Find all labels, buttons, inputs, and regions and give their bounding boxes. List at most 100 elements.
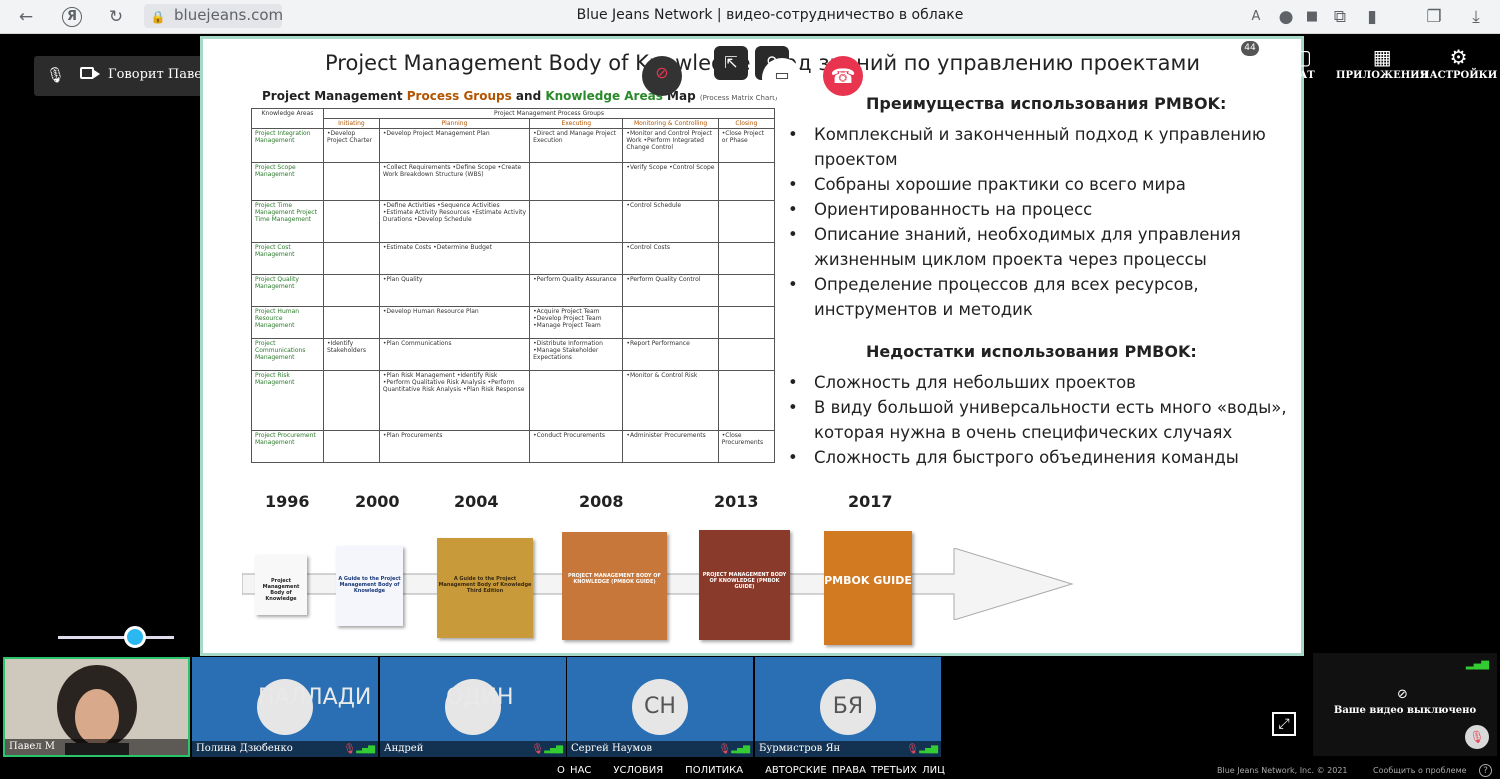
- table-cell: [529, 370, 624, 431]
- apps-button[interactable]: ▦ ПРИЛОЖЕНИЯ: [1336, 44, 1428, 81]
- footer-link[interactable]: УСЛОВИЯ: [613, 765, 663, 776]
- participant-tile[interactable]: ПАЛЛАДИ Полина Дзюбенко 🎙 ▂▄▆: [192, 657, 378, 757]
- table-cell: [529, 162, 624, 201]
- pmbok-book-cover: PMBOK GUIDE: [824, 531, 912, 645]
- table-cell: •Plan Risk Management •Identify Risk •Pe…: [378, 370, 531, 431]
- table-cell: •Develop Project Management Plan: [378, 128, 531, 163]
- url-text[interactable]: bluejeans.com: [174, 6, 283, 24]
- fullscreen-icon[interactable]: ⤢: [1272, 712, 1296, 736]
- extensions-icon[interactable]: ⧉: [1330, 7, 1350, 27]
- pmbok-book-cover: PROJECT MANAGEMENT BODY OF KNOWLEDGE (PM…: [699, 530, 790, 640]
- footer-link[interactable]: ПОЛИТИКА: [685, 765, 743, 776]
- table-cell-area: Project Procurement Management: [251, 430, 324, 463]
- copyright-text: Blue Jeans Network, Inc. © 2021: [1217, 766, 1348, 775]
- table-cell-area: Project Cost Management: [251, 242, 324, 275]
- list-item: Ориентированность на процесс: [784, 197, 1294, 222]
- table-cell: [717, 306, 776, 339]
- table-column-headers: Initiating Planning Executing Monitoring & …: [252, 118, 776, 129]
- apps-grid-icon: ▦: [1372, 45, 1392, 69]
- timeline-year: 2004: [454, 492, 499, 511]
- footer-link[interactable]: АВТОРСКИЕ ПРАВА ТРЕТЬИХ ЛИЦ: [765, 765, 945, 776]
- table-cell: •Acquire Project Team •Develop Project T…: [529, 306, 624, 339]
- table-corner: Knowledge Areas: [251, 108, 324, 129]
- table-row: Project Human Resource Management •Develo…: [251, 306, 776, 339]
- table-cell: [323, 274, 380, 307]
- yandex-logo-icon[interactable]: Я: [62, 7, 82, 27]
- gear-icon: ⚙: [1449, 45, 1468, 69]
- table-column-header: Planning: [378, 118, 531, 129]
- table-cell: •Plan Quality: [378, 274, 531, 307]
- chat-button[interactable]: ▢ ЧАТ: [1290, 44, 1315, 81]
- help-icon[interactable]: ?: [1479, 764, 1492, 777]
- camera-icon[interactable]: ■: [1302, 7, 1322, 27]
- book-title: PROJECT MANAGEMENT BODY OF KNOWLEDGE (PM…: [568, 573, 661, 585]
- apps-label: ПРИЛОЖЕНИЯ: [1336, 70, 1429, 81]
- video-camera-icon: [80, 67, 100, 79]
- participant-tile[interactable]: СН Сергей Наумов 🎙 ▂▄▆: [567, 657, 753, 757]
- table-cell: •Verify Scope •Control Scope: [622, 162, 719, 201]
- video-off-icon[interactable]: ⊘: [642, 56, 682, 96]
- table-cell: •Identify Stakeholders: [323, 338, 380, 371]
- collections-icon[interactable]: ❐: [1424, 7, 1444, 27]
- table-row: Project Quality Management •Plan Quality •…: [251, 274, 776, 307]
- participant-tile-self[interactable]: Павел М: [3, 657, 190, 757]
- table-row: Project Integration Management •Develop P…: [251, 128, 776, 163]
- list-item: Описание знаний, необходимых для управле…: [784, 222, 1294, 272]
- footer: О НАС УСЛОВИЯ ПОЛИТИКА АВТОРСКИЕ ПРАВА ТРЕТ…: [0, 762, 1500, 779]
- back-arrow-icon[interactable]: ←: [16, 7, 36, 27]
- zoom-slider-thumb[interactable]: [124, 626, 146, 648]
- table-cell-area: Project Human Resource Management: [251, 306, 324, 339]
- table-cell: •Perform Quality Control: [622, 274, 719, 307]
- table-cell: •Plan Communications: [378, 338, 531, 371]
- reload-icon[interactable]: ↻: [106, 7, 126, 27]
- my-video-panel: ⊘ Ваше видео выключено ▂▄▆ 🎙: [1313, 653, 1497, 756]
- bookmark-icon[interactable]: ▮: [1362, 7, 1382, 27]
- participant-tile[interactable]: БЯ Бурмистров Ян 🎙 ▂▄▆: [755, 657, 941, 757]
- report-problem-link[interactable]: Сообщить о проблеме: [1373, 766, 1467, 775]
- video-off-icon: ⊘: [1397, 687, 1408, 702]
- signal-icon: ▂▄▆: [731, 744, 750, 754]
- book-title: PROJECT MANAGEMENT BODY OF KNOWLEDGE (PM…: [702, 572, 787, 590]
- timeline-year: 1996: [265, 492, 310, 511]
- pmbok-book-cover: PROJECT MANAGEMENT BODY OF KNOWLEDGE (PM…: [562, 532, 667, 640]
- table-cell: [323, 242, 380, 275]
- zoom-slider-track[interactable]: [58, 636, 174, 639]
- table-row: Project Risk Management •Plan Risk Manage…: [251, 370, 776, 431]
- table-row: Project Scope Management •Collect Require…: [251, 162, 776, 201]
- footer-link[interactable]: О НАС: [557, 765, 591, 776]
- caption-part: and: [515, 89, 542, 103]
- screen-share-active-icon[interactable]: ▭: [762, 58, 802, 98]
- disadvantages-heading: Недостатки использования PMBOK:: [866, 342, 1197, 361]
- table-column-header: Initiating: [323, 118, 380, 129]
- participant-avatar: БЯ: [820, 679, 876, 735]
- table-cell: •Close Procurements: [717, 430, 776, 463]
- translate-icon[interactable]: A: [1246, 7, 1266, 27]
- table-row: Project Time Management Project Time Man…: [251, 200, 776, 243]
- pmbok-book-cover: A Guide to the Project Management Body o…: [437, 538, 533, 638]
- table-cell: [323, 162, 380, 201]
- table-cell: •Collect Requirements •Define Scope •Cre…: [378, 162, 531, 201]
- hang-up-button[interactable]: ☎: [823, 56, 863, 96]
- participant-avatar: ПАЛЛАДИ: [258, 685, 372, 710]
- download-icon[interactable]: ⤓: [1466, 7, 1486, 27]
- table-cell: [717, 162, 776, 201]
- table-row: Project Communications Management •Identi…: [251, 338, 776, 371]
- table-cell: •Direct and Manage Project Execution: [529, 128, 624, 163]
- signal-icon: ▂▄▆: [544, 744, 563, 754]
- table-cell: •Estimate Costs •Determine Budget: [378, 242, 531, 275]
- participant-tile[interactable]: ОДИН Андрей 🎙 ▂▄▆: [380, 657, 566, 757]
- table-cell: [323, 306, 380, 339]
- caption-part: Project Management: [262, 89, 403, 103]
- table-cell: •Administer Procurements: [622, 430, 719, 463]
- table-cell: •Plan Procurements: [378, 430, 531, 463]
- table-cell: •Perform Quality Assurance: [529, 274, 624, 307]
- footer-links: О НАС УСЛОВИЯ ПОЛИТИКА АВТОРСКИЕ ПРАВА ТРЕТ…: [557, 765, 967, 776]
- share-screen-icon[interactable]: ⇱: [714, 46, 748, 80]
- lock-icon: 🔒: [150, 10, 166, 24]
- settings-button[interactable]: ⚙ НАСТРОЙКИ: [1420, 44, 1497, 81]
- timeline-year: 2013: [714, 492, 759, 511]
- table-group-header: Project Management Process Groups: [323, 108, 775, 119]
- table-cell: •Conduct Procurements: [529, 430, 624, 463]
- microphone-icon[interactable]: ●: [1276, 7, 1296, 27]
- muted-microphone-icon[interactable]: 🎙: [1465, 725, 1489, 749]
